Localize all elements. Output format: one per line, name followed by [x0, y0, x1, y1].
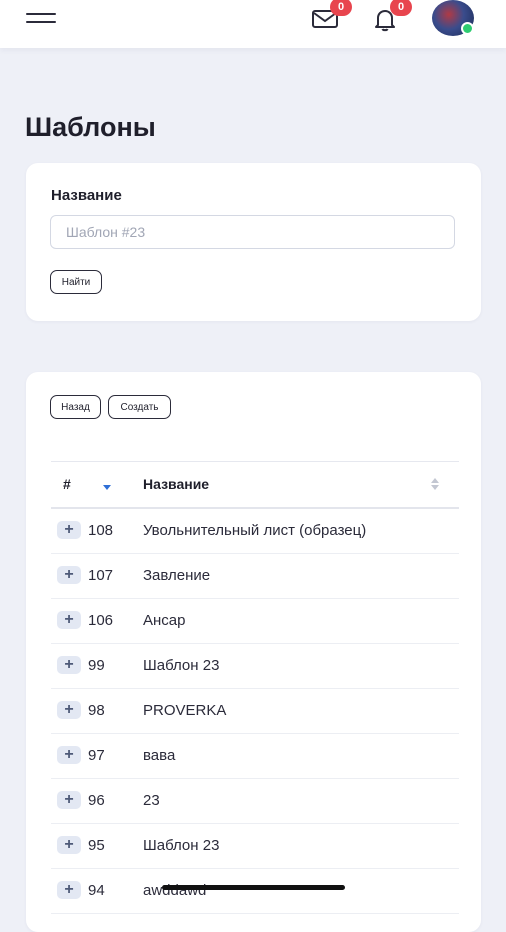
expand-row-icon[interactable]: + [57, 566, 81, 584]
expand-row-icon[interactable]: + [57, 791, 81, 809]
row-id: 94 [88, 882, 105, 899]
templates-table: # Название +108 Увольнительный лист (обра… [51, 461, 459, 914]
row-name[interactable]: Увольнительный лист (образец) [143, 522, 366, 539]
row-name[interactable]: PROVERKA [143, 702, 226, 719]
table-body: +108 Увольнительный лист (образец) +107 Зав… [51, 509, 459, 914]
notifications-button[interactable]: 0 [370, 0, 412, 36]
table-row: +95 Шаблон 23 [51, 824, 459, 869]
row-name[interactable]: вава [143, 747, 175, 764]
row-id: 108 [88, 522, 114, 539]
templates-card: Назад Создать # Название +108 Увольнитель… [26, 372, 481, 932]
table-row: +99 Шаблон 23 [51, 644, 459, 689]
table-row: +106 Ансар [51, 599, 459, 644]
row-id: 106 [88, 612, 114, 629]
row-id: 99 [88, 657, 105, 674]
row-id: 98 [88, 702, 105, 719]
table-row: +96 23 [51, 779, 459, 824]
row-id: 96 [88, 792, 105, 809]
mail-count-badge: 0 [330, 0, 352, 16]
name-field-label: Название [51, 187, 122, 204]
hamburger-icon[interactable] [26, 10, 56, 28]
sort-icon[interactable] [430, 477, 440, 491]
mail-button[interactable]: 0 [310, 0, 352, 36]
row-id: 97 [88, 747, 105, 764]
column-header-name[interactable]: Название [143, 476, 209, 492]
expand-row-icon[interactable]: + [57, 881, 81, 899]
row-id: 107 [88, 567, 114, 584]
row-id: 95 [88, 837, 105, 854]
expand-row-icon[interactable]: + [57, 656, 81, 674]
top-bar: 0 0 [0, 0, 506, 48]
back-button[interactable]: Назад [50, 395, 101, 419]
home-indicator [162, 885, 345, 890]
page-title: Шаблоны [25, 112, 156, 142]
expand-row-icon[interactable]: + [57, 746, 81, 764]
table-header: # Название [51, 461, 459, 509]
table-row: +94 awddawd [51, 869, 459, 914]
name-search-input[interactable] [50, 215, 455, 249]
notification-count-badge: 0 [390, 0, 412, 16]
expand-row-icon[interactable]: + [57, 521, 81, 539]
expand-row-icon[interactable]: + [57, 611, 81, 629]
avatar[interactable] [432, 0, 474, 36]
expand-row-icon[interactable]: + [57, 701, 81, 719]
row-name[interactable]: Завление [143, 567, 210, 584]
table-row: +98 PROVERKA [51, 689, 459, 734]
create-button[interactable]: Создать [108, 395, 171, 419]
find-button[interactable]: Найти [50, 270, 102, 294]
table-row: +108 Увольнительный лист (образец) [51, 509, 459, 554]
row-name[interactable]: 23 [143, 792, 160, 809]
sort-desc-icon[interactable] [103, 485, 111, 490]
row-name[interactable]: Шаблон 23 [143, 657, 219, 674]
search-card: Название Найти [26, 163, 481, 321]
row-name[interactable]: Ансар [143, 612, 185, 629]
row-name[interactable]: Шаблон 23 [143, 837, 219, 854]
column-header-id[interactable]: # [63, 476, 71, 492]
expand-row-icon[interactable]: + [57, 836, 81, 854]
table-row: +107 Завление [51, 554, 459, 599]
online-status-dot [461, 22, 474, 35]
table-row: +97 вава [51, 734, 459, 779]
